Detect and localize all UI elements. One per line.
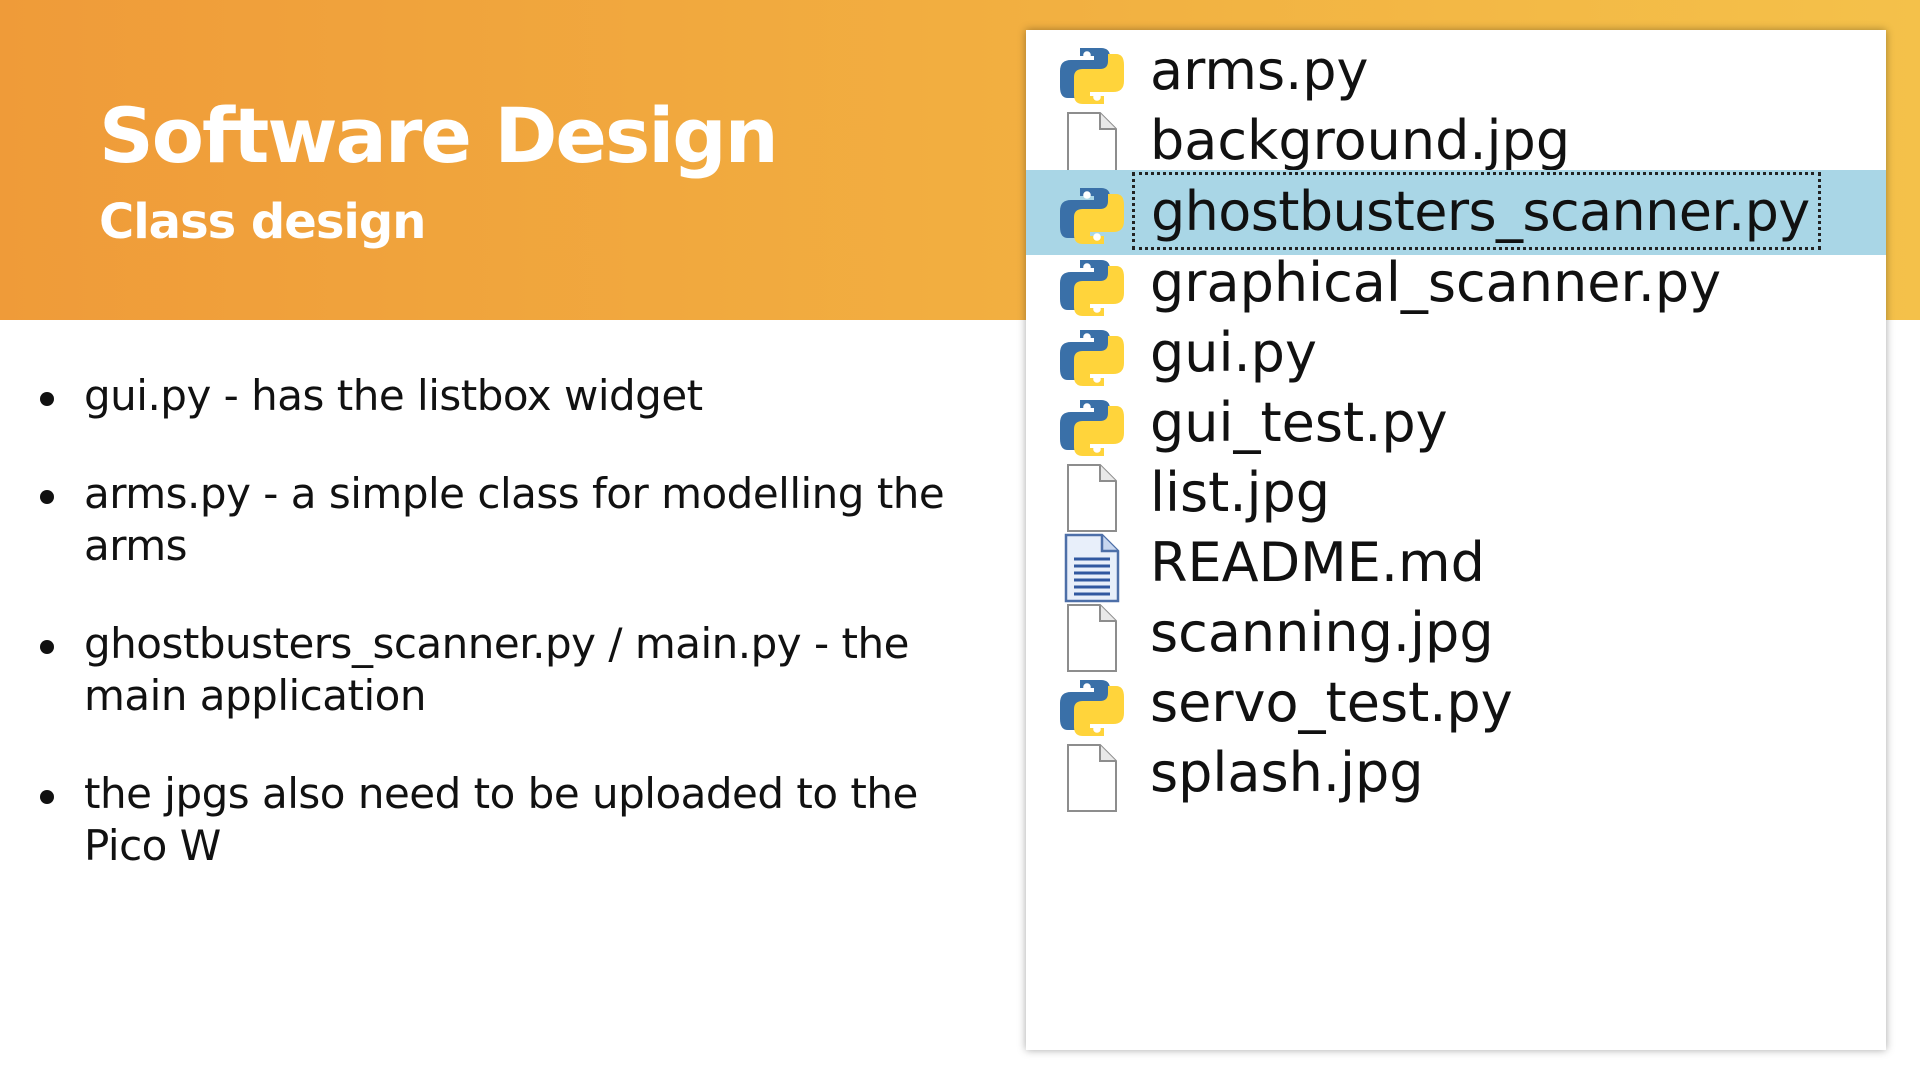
file-name: list.jpg [1150, 461, 1331, 524]
slide: Software Design Class design gui.py - ha… [0, 0, 1920, 1080]
file-name: arms.py [1150, 39, 1369, 102]
bullet-dot [40, 490, 54, 504]
bullet-text: arms.py - a simple class for modelling t… [84, 469, 945, 518]
file-name: README.md [1150, 531, 1485, 594]
bullet-text: ghostbusters_scanner.py / main.py - the [84, 619, 909, 668]
slide-title: Software Design [99, 91, 779, 180]
bullet-item: arms.py - a simple class for modelling t… [30, 468, 960, 572]
file-name: ghostbusters_scanner.py [1132, 172, 1821, 250]
bullet-text-continued: arms [84, 521, 188, 570]
bullet-dot [40, 640, 54, 654]
file-name: graphical_scanner.py [1150, 251, 1722, 314]
bullet-dot [40, 392, 54, 406]
file-name: background.jpg [1150, 109, 1571, 172]
bullet-text: gui.py - has the listbox widget [84, 371, 703, 420]
file-name: gui_test.py [1150, 391, 1448, 454]
bullet-text-continued: main application [84, 671, 426, 720]
bullet-list: gui.py - has the listbox widget arms.py … [30, 370, 960, 918]
bullet-text: the jpgs also need to be uploaded to the [84, 769, 918, 818]
file-name: gui.py [1150, 321, 1317, 384]
file-name: servo_test.py [1150, 671, 1513, 734]
file-name: scanning.jpg [1150, 601, 1494, 664]
file-listbox[interactable]: arms.py background.jpg ghostbusters_scan… [1026, 30, 1886, 1050]
bullet-text-continued: Pico W [84, 821, 221, 870]
bullet-item: the jpgs also need to be uploaded to the… [30, 768, 960, 872]
bullet-dot [40, 790, 54, 804]
blank-file-icon [1067, 744, 1117, 812]
slide-subtitle: Class design [99, 194, 426, 250]
file-row-splash-jpg[interactable]: splash.jpg [1026, 732, 1886, 817]
file-name: splash.jpg [1150, 741, 1424, 804]
bullet-item: ghostbusters_scanner.py / main.py - the … [30, 618, 960, 722]
bullet-item: gui.py - has the listbox widget [30, 370, 960, 422]
